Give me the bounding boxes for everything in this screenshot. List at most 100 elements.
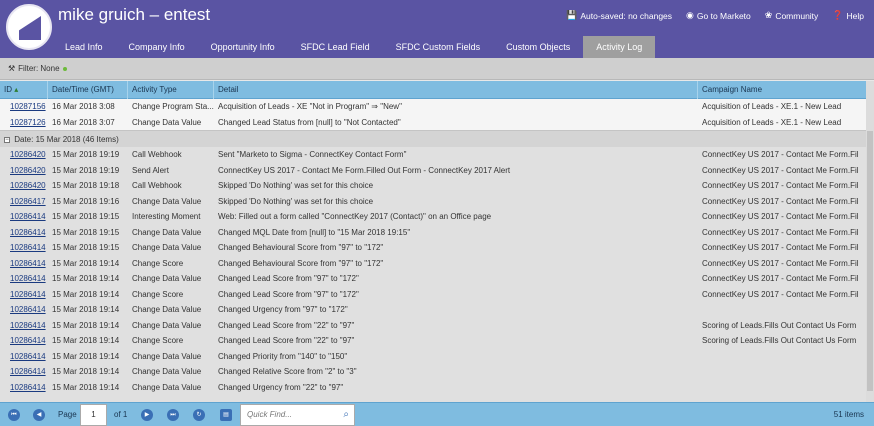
campaign-name: ConnectKey US 2017 - Contact Me Form.Fil… [702, 181, 858, 190]
table-row[interactable]: 10286420 15 Mar 2018 19:19 Send Alert Conne… [0, 163, 866, 179]
activity-type: Change Data Value [132, 367, 202, 376]
next-page-icon[interactable]: ▶ [141, 409, 153, 421]
activity-id-link[interactable]: 10286414 [6, 364, 48, 380]
table-row[interactable]: 10286420 15 Mar 2018 19:18 Call Webhook Ski… [0, 178, 866, 194]
activity-id-link[interactable]: 10286417 [6, 194, 48, 210]
activity-id-link[interactable]: 10286414 [6, 240, 48, 256]
column-header-activity-type[interactable]: Activity Type [128, 81, 214, 99]
activity-datetime: 15 Mar 2018 19:14 [52, 258, 120, 268]
activity-id-link[interactable]: 10287156 [6, 99, 48, 115]
table-row[interactable]: 10286414 15 Mar 2018 19:14 Change Data Val… [0, 364, 866, 380]
activity-id-link[interactable]: 10286414 [6, 271, 48, 287]
activity-id-link[interactable]: 10286414 [6, 349, 48, 365]
sort-icon: ▴ [14, 85, 19, 94]
activity-datetime: 15 Mar 2018 19:19 [52, 150, 120, 159]
activity-id-link[interactable]: 10286420 [6, 163, 48, 179]
column-header-id[interactable]: ID ▴ [0, 81, 48, 99]
campaign-name: ConnectKey US 2017 - Contact Me Form.Fil… [702, 165, 858, 175]
table-row[interactable]: 10286414 15 Mar 2018 19:14 Change Data Val… [0, 349, 866, 365]
last-page-icon[interactable]: ⏭ [167, 409, 179, 421]
column-header-datetime[interactable]: Date/Time (GMT) [48, 81, 128, 99]
activity-datetime: 15 Mar 2018 19:14 [52, 274, 120, 283]
activity-id-link[interactable]: 10286414 [6, 225, 48, 241]
activity-id-link[interactable]: 10286420 [6, 178, 48, 194]
campaign-name: Scoring of Leads.Fills Out Contact Us Fo… [702, 320, 857, 330]
pager-bar: ⏮ ◀ Page 1 of 1 ▶ ⏭ ↻ ▤ Quick Find... ⌕ … [0, 402, 874, 426]
grid-scrollbar[interactable] [866, 81, 874, 402]
table-row[interactable]: 10286414 15 Mar 2018 19:14 Change Score Cha… [0, 287, 866, 303]
tab-lead-info[interactable]: Lead Info [52, 36, 116, 58]
table-row[interactable]: 10287126 16 Mar 2018 3:07 Change Data Va… [0, 114, 866, 131]
tab-company-info[interactable]: Company Info [116, 36, 198, 58]
activity-type: Change Data Value [132, 196, 202, 206]
activity-id-link[interactable]: 10286414 [6, 318, 48, 334]
autosave-status: 💾 Auto-saved: no changes [566, 10, 672, 21]
activity-detail: Changed Urgency from "22" to "97" [218, 382, 344, 392]
activity-detail: Changed Lead Status from [null] to "Not … [218, 117, 401, 127]
export-icon[interactable]: ▤ [220, 409, 232, 421]
community-link[interactable]: ❀ Community [765, 10, 819, 21]
activity-detail: Web: Filled out a form called "ConnectKe… [218, 212, 492, 221]
activity-detail: Changed Priority from "140" to "150" [218, 351, 348, 361]
activity-id-link[interactable]: 10287126 [6, 115, 48, 131]
activity-id-link[interactable]: 10286414 [6, 209, 48, 225]
date-group-header[interactable]: − Date: 15 Mar 2018 (46 Items) [0, 130, 866, 147]
grid-header: ID ▴ Date/Time (GMT) Activity Type Detai… [0, 81, 866, 99]
help-link[interactable]: ❓ Help [832, 10, 864, 21]
app-header: mike gruich – entest 💾 Auto-saved: no ch… [0, 0, 874, 58]
first-page-icon[interactable]: ⏮ [8, 409, 20, 421]
tab-opportunity-info[interactable]: Opportunity Info [198, 36, 288, 58]
table-row[interactable]: 10286414 15 Mar 2018 19:14 Change Data Val… [0, 302, 866, 318]
activity-type: Call Webhook [132, 150, 182, 159]
tab-custom-objects[interactable]: Custom Objects [493, 36, 583, 58]
campaign-name: Acquisition of Leads - XE.1 - New Lead [702, 102, 842, 111]
activity-datetime: 15 Mar 2018 19:15 [52, 243, 120, 252]
activity-detail: Changed Lead Score from "97" to "172" [218, 274, 359, 283]
activity-type: Change Data Value [132, 382, 202, 392]
table-row[interactable]: 10286414 15 Mar 2018 19:14 Change Score Cha… [0, 333, 866, 349]
page-number-input[interactable]: 1 [80, 404, 107, 426]
activity-type: Change Data Value [132, 320, 202, 330]
tab-activity-log[interactable]: Activity Log [583, 36, 656, 58]
campaign-name: ConnectKey US 2017 - Contact Me Form.Fil… [702, 227, 858, 237]
campaign-name: ConnectKey US 2017 - Contact Me Form.Fil… [702, 196, 858, 206]
table-row[interactable]: 10286414 15 Mar 2018 19:15 Change Data Val… [0, 240, 866, 256]
activity-id-link[interactable]: 10286414 [6, 287, 48, 303]
tab-sfdc-custom-fields[interactable]: SFDC Custom Fields [383, 36, 494, 58]
scrollbar-thumb[interactable] [867, 131, 873, 391]
table-row[interactable]: 10286414 15 Mar 2018 19:14 Change Data Val… [0, 380, 866, 396]
previous-page-icon[interactable]: ◀ [33, 409, 45, 421]
activity-datetime: 16 Mar 2018 3:08 [52, 102, 115, 111]
activity-detail: Changed Lead Score from "97" to "172" [218, 289, 359, 299]
page-title: mike gruich – entest [58, 5, 211, 24]
filter-control[interactable]: ⚒ Filter: None [8, 64, 67, 73]
filter-dropdown-icon [62, 66, 67, 71]
table-row[interactable]: 10286414 15 Mar 2018 19:14 Change Data Val… [0, 318, 866, 334]
table-row[interactable]: 10286414 15 Mar 2018 19:14 Change Score Cha… [0, 256, 866, 272]
activity-id-link[interactable]: 10286414 [6, 333, 48, 349]
marketo-logo[interactable] [6, 4, 52, 50]
collapse-icon[interactable]: − [4, 136, 10, 143]
refresh-icon[interactable]: ↻ [193, 409, 205, 421]
date-group-label: Date: 15 Mar 2018 (46 Items) [14, 135, 119, 144]
table-row[interactable]: 10286414 15 Mar 2018 19:15 Change Data Val… [0, 225, 866, 241]
activity-id-link[interactable]: 10286414 [6, 302, 48, 318]
table-row[interactable]: 10286420 15 Mar 2018 19:19 Call Webhook Sen… [0, 147, 866, 163]
activity-id-link[interactable]: 10286420 [6, 147, 48, 163]
search-icon[interactable]: ⌕ [343, 405, 349, 425]
activity-type: Send Alert [132, 165, 169, 175]
table-row[interactable]: 10286414 15 Mar 2018 19:14 Change Data Val… [0, 271, 866, 287]
activity-id-link[interactable]: 10286414 [6, 256, 48, 272]
tab-sfdc-lead-field[interactable]: SFDC Lead Field [288, 36, 383, 58]
quick-find-input[interactable]: Quick Find... ⌕ [240, 404, 355, 426]
page-label: Page [58, 410, 77, 419]
table-row[interactable]: 10287156 16 Mar 2018 3:08 Change Program… [0, 99, 866, 115]
help-label: Help [846, 10, 864, 21]
table-row[interactable]: 10286414 15 Mar 2018 19:15 Interesting Mom… [0, 209, 866, 225]
filter-bar: ⚒ Filter: None [0, 58, 874, 80]
go-to-marketo-link[interactable]: ◉ Go to Marketo [686, 10, 751, 21]
column-header-detail[interactable]: Detail [214, 81, 698, 99]
table-row[interactable]: 10286417 15 Mar 2018 19:16 Change Data Val… [0, 194, 866, 210]
activity-id-link[interactable]: 10286414 [6, 380, 48, 396]
column-header-campaign[interactable]: Campaign Name [698, 81, 866, 99]
